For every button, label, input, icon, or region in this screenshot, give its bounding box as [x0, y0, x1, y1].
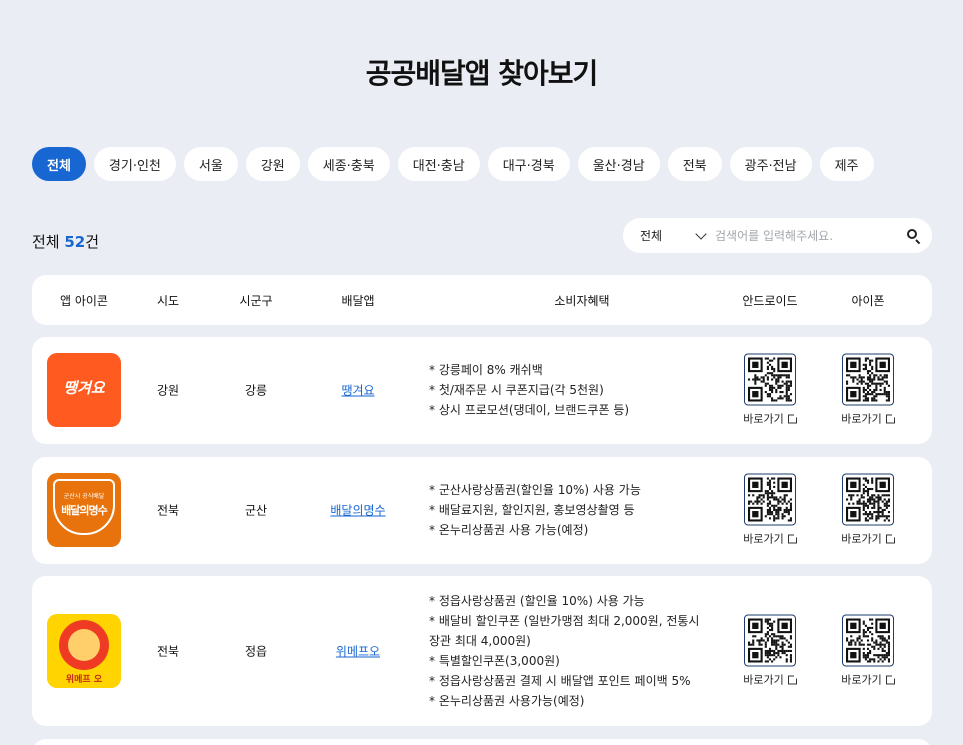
benefit-item: * 상시 프로모션(댕데이, 브랜드쿠폰 등) — [429, 403, 630, 417]
header-benefits: 소비자혜택 — [554, 294, 610, 308]
external-link-icon — [787, 533, 798, 543]
qr-code-icon — [842, 614, 894, 667]
external-link-icon — [787, 413, 798, 423]
table-row-next — [32, 739, 932, 745]
benefits-list: * 강릉페이 8% 캐쉬백 * 첫/재주문 시 쿠폰지급(각 5천원) * 상시… — [429, 360, 719, 420]
iphone-download[interactable]: 바로가기 — [828, 473, 908, 547]
external-link-icon — [885, 674, 896, 684]
table-row: 위메프 오 전북 정읍 위메프오 * 정읍사랑상품권 (할인율 10%) 사용 … — [32, 576, 932, 726]
tab-seoul[interactable]: 서울 — [183, 147, 238, 181]
tab-jeonbuk[interactable]: 전북 — [667, 147, 722, 181]
benefit-item: * 배달비 할인쿠폰 (일반가맹점 최대 2,000원, 전통시 — [429, 614, 700, 628]
page-title: 공공배달앱 찾아보기 — [365, 57, 599, 90]
cell-sido: 전북 — [156, 644, 180, 659]
benefits-list: * 군산사랑상품권(할인율 10%) 사용 가능 * 배달료지원, 할인지원, … — [429, 480, 719, 540]
external-link-icon — [885, 413, 896, 423]
cell-sido: 강원 — [156, 383, 180, 398]
benefit-item: * 정읍사랑상품권 결제 시 배달앱 포인트 페이백 5% — [429, 674, 691, 688]
android-link-label[interactable]: 바로가기 — [743, 531, 783, 547]
table-header: 앱 아이콘 시도 시군구 배달앱 소비자혜택 안드로이드 아이폰 — [32, 275, 932, 325]
count-number: 52 — [64, 233, 86, 251]
table-row: 땡겨요 강원 강릉 땡겨요 * 강릉페이 8% 캐쉬백 * 첫/재주문 시 쿠폰… — [32, 337, 932, 444]
cell-sido: 전북 — [156, 503, 180, 518]
app-logo-wemakeprice-o: 위메프 오 — [47, 614, 121, 688]
iphone-link-label[interactable]: 바로가기 — [841, 531, 881, 547]
cell-sigungu: 군산 — [244, 503, 268, 518]
table-row: 군산시 공식배달 배달의명수 전북 군산 배달의명수 * 군산사랑상품권(할인율… — [32, 457, 932, 564]
qr-code-icon — [842, 473, 894, 526]
qr-code-icon — [744, 353, 796, 406]
external-link-icon — [787, 674, 798, 684]
external-link-icon — [885, 533, 896, 543]
benefit-item: * 배달료지원, 할인지원, 홍보영상촬영 등 — [429, 503, 635, 517]
app-link[interactable]: 배달의명수 — [330, 504, 385, 518]
app-logo-baedal-myeongsu: 군산시 공식배달 배달의명수 — [47, 473, 121, 547]
android-download[interactable]: 바로가기 — [730, 473, 810, 547]
android-download[interactable]: 바로가기 — [730, 353, 810, 427]
logo-subtext: 군산시 공식배달 — [63, 493, 105, 500]
tab-jeju[interactable]: 제주 — [819, 147, 874, 181]
android-download[interactable]: 바로가기 — [730, 614, 810, 688]
logo-text: 위메프 오 — [65, 675, 103, 685]
header-sido: 시도 — [156, 294, 180, 308]
tab-daegu-gyeongbuk[interactable]: 대구·경북 — [487, 147, 570, 181]
result-count: 전체 52건 — [32, 231, 99, 252]
iphone-link-label[interactable]: 바로가기 — [841, 411, 881, 427]
app-link[interactable]: 땡겨요 — [341, 384, 374, 398]
header-iphone: 아이폰 — [851, 294, 885, 308]
tab-sejong-chungbuk[interactable]: 세종·충북 — [307, 147, 390, 181]
header-android: 안드로이드 — [742, 294, 798, 308]
search-icon[interactable] — [898, 218, 932, 253]
benefit-item: * 정읍사랑상품권 (할인율 10%) 사용 가능 — [429, 594, 645, 608]
app-logo-ddanggyeoyo: 땡겨요 — [47, 353, 121, 427]
search-category-select[interactable]: 전체 — [623, 227, 715, 244]
logo-text: 땡겨요 — [63, 379, 105, 397]
tab-gwangju-jeonnam[interactable]: 광주·전남 — [729, 147, 812, 181]
benefit-item: * 강릉페이 8% 캐쉬백 — [429, 363, 543, 377]
android-link-label[interactable]: 바로가기 — [743, 411, 783, 427]
benefit-item: * 특별할인쿠폰(3,000원) — [429, 654, 560, 668]
android-link-label[interactable]: 바로가기 — [743, 672, 783, 688]
tab-ulsan-gyeongnam[interactable]: 울산·경남 — [577, 147, 660, 181]
search-bar: 전체 — [623, 218, 932, 253]
qr-code-icon — [842, 353, 894, 406]
tab-gangwon[interactable]: 강원 — [245, 147, 300, 181]
cell-sigungu: 정읍 — [244, 644, 268, 659]
iphone-link-label[interactable]: 바로가기 — [841, 672, 881, 688]
benefit-item: * 온누리상품권 사용가능(예정) — [429, 694, 585, 708]
search-category-value: 전체 — [640, 229, 663, 243]
count-suffix: 건 — [85, 233, 100, 251]
app-link[interactable]: 위메프오 — [336, 645, 380, 659]
iphone-download[interactable]: 바로가기 — [828, 353, 908, 427]
tab-all[interactable]: 전체 — [32, 147, 86, 181]
benefit-item: * 첫/재주문 시 쿠폰지급(각 5천원) — [429, 383, 604, 397]
header-app: 배달앱 — [341, 294, 375, 308]
logo-text: 배달의명수 — [61, 504, 108, 517]
tab-gyeonggi-incheon[interactable]: 경기·인천 — [93, 147, 176, 181]
qr-code-icon — [744, 614, 796, 667]
qr-code-icon — [744, 473, 796, 526]
benefits-list: * 정읍사랑상품권 (할인율 10%) 사용 가능 * 배달비 할인쿠폰 (일반… — [429, 591, 719, 711]
benefit-item: * 군산사랑상품권(할인율 10%) 사용 가능 — [429, 483, 641, 497]
header-sigungu: 시군구 — [239, 294, 273, 308]
tab-daejeon-chungnam[interactable]: 대전·충남 — [397, 147, 480, 181]
chevron-down-icon — [695, 227, 707, 240]
benefit-item: * 온누리상품권 사용 가능(예정) — [429, 523, 589, 537]
count-prefix: 전체 — [32, 233, 65, 251]
iphone-download[interactable]: 바로가기 — [828, 614, 908, 688]
cell-sigungu: 강릉 — [244, 383, 268, 398]
region-tabs: 전체 경기·인천 서울 강원 세종·충북 대전·충남 대구·경북 울산·경남 전… — [32, 147, 874, 181]
header-app-icon: 앱 아이콘 — [60, 294, 108, 308]
benefit-item: 장관 최대 4,000원) — [429, 634, 531, 648]
search-input[interactable] — [715, 228, 898, 243]
